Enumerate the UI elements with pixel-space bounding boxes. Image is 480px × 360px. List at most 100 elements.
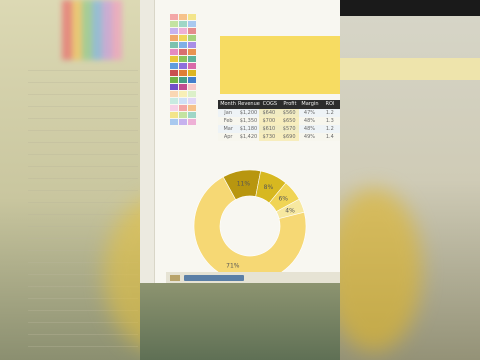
- table-cell: $610: [258, 125, 279, 133]
- palette-swatch[interactable]: [179, 63, 187, 69]
- palette-swatch[interactable]: [188, 63, 196, 69]
- table-cell: $1,350: [239, 118, 258, 124]
- table-header-cell: ROI: [325, 101, 335, 107]
- palette-swatch[interactable]: [179, 105, 187, 111]
- donut-slice-label: 6%: [278, 196, 288, 203]
- table-cell: 1.2: [325, 126, 334, 132]
- color-palette-grid[interactable]: [170, 14, 196, 132]
- donut-slice-label: 71%: [226, 262, 240, 269]
- background-yellow-band: [340, 58, 480, 80]
- palette-swatch[interactable]: [188, 14, 196, 20]
- palette-swatch[interactable]: [170, 119, 178, 125]
- palette-swatch[interactable]: [179, 91, 187, 97]
- palette-swatch[interactable]: [170, 56, 178, 62]
- table-row: Jan $1,200 $640 $560 47% 1.2: [218, 109, 340, 117]
- palette-swatch[interactable]: [170, 42, 178, 48]
- table-cell: Feb: [223, 118, 233, 124]
- palette-swatch[interactable]: [188, 21, 196, 27]
- palette-swatch[interactable]: [179, 21, 187, 27]
- palette-swatch[interactable]: [179, 56, 187, 62]
- table-header: Month Revenue COGS Profit Margin ROI: [218, 100, 340, 109]
- palette-swatch[interactable]: [170, 49, 178, 55]
- palette-swatch[interactable]: [170, 91, 178, 97]
- palette-swatch[interactable]: [170, 84, 178, 90]
- table-cell: Apr: [223, 134, 233, 140]
- table-cell: $640: [258, 109, 279, 117]
- row-number-column: [140, 0, 155, 283]
- table-header-cell: COGS: [262, 101, 278, 107]
- tab-scroll-icon[interactable]: [170, 274, 180, 281]
- table-cell: 48%: [303, 126, 316, 132]
- palette-swatch[interactable]: [188, 77, 196, 83]
- palette-swatch[interactable]: [188, 70, 196, 76]
- palette-swatch[interactable]: [179, 49, 187, 55]
- background-header-bar: [340, 0, 480, 16]
- palette-swatch[interactable]: [188, 42, 196, 48]
- palette-swatch[interactable]: [188, 35, 196, 41]
- table-cell: $1,200: [239, 110, 258, 116]
- palette-swatch[interactable]: [179, 77, 187, 83]
- palette-swatch[interactable]: [188, 91, 196, 97]
- table-header-cell: Profit: [283, 101, 297, 107]
- table-header-cell: Margin: [301, 101, 319, 107]
- palette-swatch[interactable]: [188, 105, 196, 111]
- palette-swatch[interactable]: [179, 119, 187, 125]
- yellow-header-panel: [220, 36, 340, 94]
- palette-swatch[interactable]: [170, 35, 178, 41]
- table-row: Mar $1,180 $610 $570 48% 1.2: [218, 125, 340, 133]
- table-cell: $730: [258, 133, 279, 141]
- donut-slice-label: 4%: [285, 207, 295, 214]
- table-cell: $1,420: [239, 134, 258, 140]
- table-cell: 1.2: [325, 110, 334, 116]
- palette-swatch[interactable]: [170, 105, 178, 111]
- table-cell: $570: [278, 125, 300, 133]
- table-cell: $650: [278, 117, 300, 125]
- table-cell: $700: [258, 117, 279, 125]
- palette-swatch[interactable]: [188, 28, 196, 34]
- background-donut-blur-right: [326, 188, 422, 352]
- table-row: Apr $1,420 $730 $690 49% 1.4: [218, 133, 340, 141]
- palette-swatch[interactable]: [170, 28, 178, 34]
- data-table: Month Revenue COGS Profit Margin ROI Jan…: [218, 100, 340, 141]
- palette-swatch[interactable]: [188, 56, 196, 62]
- donut-chart: 11% 8% 6% 4% 71%: [193, 169, 307, 280]
- donut-slice-label: 8%: [264, 184, 274, 191]
- table-cell: 49%: [303, 134, 316, 140]
- palette-swatch[interactable]: [188, 98, 196, 104]
- table-cell: $1,180: [239, 126, 258, 132]
- palette-swatch[interactable]: [179, 84, 187, 90]
- palette-swatch[interactable]: [188, 112, 196, 118]
- palette-swatch[interactable]: [179, 70, 187, 76]
- palette-swatch[interactable]: [170, 70, 178, 76]
- table-row: Feb $1,350 $700 $650 48% 1.3: [218, 117, 340, 125]
- table-header-cell: Revenue: [238, 101, 260, 107]
- table-cell: 1.3: [325, 118, 334, 124]
- palette-swatch[interactable]: [179, 112, 187, 118]
- table-header-cell: Month: [220, 101, 236, 107]
- palette-swatch[interactable]: [179, 42, 187, 48]
- palette-swatch[interactable]: [170, 77, 178, 83]
- palette-swatch[interactable]: [188, 84, 196, 90]
- palette-swatch[interactable]: [170, 63, 178, 69]
- palette-swatch[interactable]: [188, 119, 196, 125]
- palette-swatch[interactable]: [179, 28, 187, 34]
- table-cell: $560: [278, 109, 300, 117]
- palette-swatch[interactable]: [170, 112, 178, 118]
- table-cell: 1.4: [325, 134, 334, 140]
- sheet-tab-bar: [166, 272, 340, 283]
- palette-swatch[interactable]: [179, 14, 187, 20]
- table-cell: Jan: [224, 110, 233, 116]
- palette-swatch[interactable]: [188, 49, 196, 55]
- palette-swatch[interactable]: [179, 35, 187, 41]
- table-body: Jan $1,200 $640 $560 47% 1.2 Feb $1,350 $700 $650…: [218, 109, 340, 141]
- spreadsheet-screen: Month Revenue COGS Profit Margin ROI Jan…: [140, 0, 340, 283]
- donut-slice-label: 11%: [237, 181, 251, 188]
- background-color-swatches: [62, 0, 122, 60]
- palette-swatch[interactable]: [179, 98, 187, 104]
- table-cell: $690: [278, 133, 300, 141]
- palette-swatch[interactable]: [170, 98, 178, 104]
- palette-swatch[interactable]: [170, 14, 178, 20]
- table-cell: Mar: [223, 126, 233, 132]
- palette-swatch[interactable]: [170, 21, 178, 27]
- tab-active-sheet[interactable]: [184, 274, 244, 281]
